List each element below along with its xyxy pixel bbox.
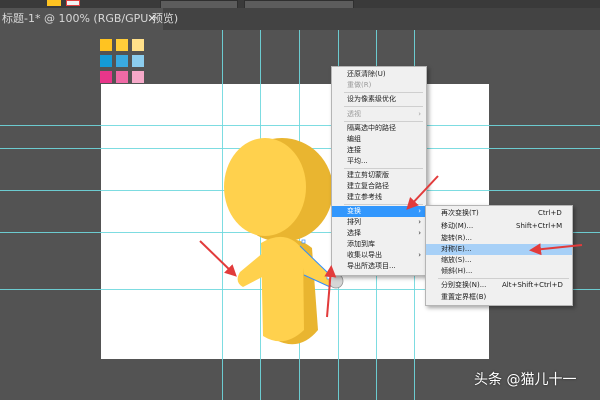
red-arrow-icon [199,240,237,277]
annotation-arrows [199,175,583,318]
watermark: 头条 @猫儿十一 [474,372,577,388]
red-arrow-icon [324,265,337,318]
red-arrow-icon [529,243,583,256]
red-arrow-icon [406,175,439,210]
